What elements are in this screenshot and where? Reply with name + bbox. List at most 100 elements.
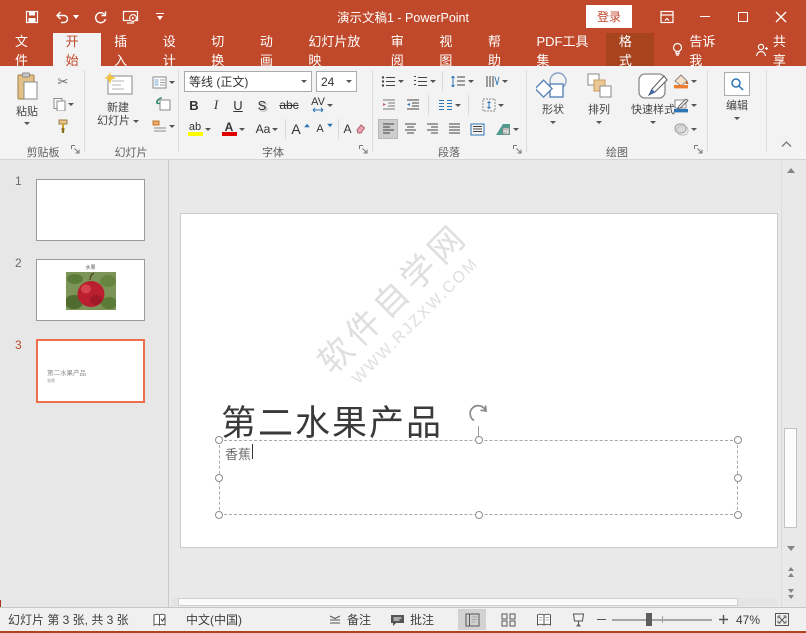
- handle-top-middle[interactable]: [475, 436, 483, 444]
- columns-button[interactable]: [434, 95, 464, 115]
- slide-2-thumbnail[interactable]: 水果: [36, 259, 145, 321]
- scroll-up-button[interactable]: [783, 162, 799, 178]
- slideshow-view-button[interactable]: [564, 609, 592, 630]
- comments-button[interactable]: 批注: [390, 608, 434, 631]
- minimize-button[interactable]: [688, 3, 722, 31]
- paste-button[interactable]: 粘贴: [8, 69, 46, 145]
- numbering-button[interactable]: [410, 71, 438, 91]
- editing-button[interactable]: 编辑: [714, 69, 760, 145]
- paragraph-dialog-launcher[interactable]: [512, 144, 523, 155]
- convert-to-smartart-button[interactable]: [492, 119, 522, 139]
- layout-button[interactable]: [148, 72, 178, 92]
- increase-indent-button[interactable]: [402, 95, 424, 115]
- handle-bottom-left[interactable]: [215, 511, 223, 519]
- maximize-button[interactable]: [726, 3, 760, 31]
- shape-outline-button[interactable]: [668, 95, 702, 115]
- highlight-color-button[interactable]: ab: [184, 119, 214, 139]
- justify-button[interactable]: [444, 119, 464, 139]
- tab-review[interactable]: 审阅: [378, 33, 427, 66]
- horizontal-scrollbar[interactable]: [172, 598, 778, 606]
- sign-in-button[interactable]: 登录: [586, 5, 632, 28]
- zoom-slider-thumb[interactable]: [646, 613, 652, 626]
- undo-button[interactable]: [50, 5, 82, 29]
- fit-slide-to-window-button[interactable]: [774, 608, 790, 631]
- tab-format[interactable]: 格式: [606, 33, 655, 66]
- tab-share[interactable]: 共享: [742, 33, 806, 66]
- tab-pdf-tools[interactable]: PDF工具集: [523, 33, 605, 66]
- reading-view-button[interactable]: [530, 609, 558, 630]
- align-left-button[interactable]: [378, 119, 398, 139]
- align-right-button[interactable]: [422, 119, 442, 139]
- handle-middle-left[interactable]: [215, 474, 223, 482]
- vertical-scrollbar[interactable]: [781, 160, 799, 607]
- text-shadow-button[interactable]: S: [252, 95, 272, 115]
- change-case-button[interactable]: Aa: [252, 119, 282, 139]
- font-dialog-launcher[interactable]: [358, 144, 369, 155]
- slide-canvas[interactable]: 软件自学网 WWW.RJZXW.COM 第二水果产品 香蕉: [180, 213, 778, 548]
- shrink-font-button[interactable]: A: [314, 119, 336, 139]
- slide-3-thumbnail[interactable]: 第二水果产品 香蕉: [36, 339, 145, 403]
- handle-top-left[interactable]: [215, 436, 223, 444]
- tab-home[interactable]: 开始: [53, 33, 102, 66]
- handle-top-right[interactable]: [734, 436, 742, 444]
- italic-button[interactable]: I: [206, 95, 226, 115]
- tab-transitions[interactable]: 切换: [198, 33, 247, 66]
- shape-fill-button[interactable]: [668, 71, 702, 91]
- clear-formatting-button[interactable]: A: [342, 119, 366, 139]
- handle-bottom-middle[interactable]: [475, 511, 483, 519]
- arrange-button[interactable]: 排列: [577, 69, 621, 145]
- tab-insert[interactable]: 插入: [101, 33, 150, 66]
- distribute-text-button[interactable]: [466, 119, 488, 139]
- rotate-handle[interactable]: [467, 402, 491, 426]
- font-size-combobox[interactable]: 24: [316, 71, 357, 92]
- normal-view-button[interactable]: [458, 609, 486, 630]
- customize-qat-button[interactable]: [148, 5, 172, 29]
- bullets-button[interactable]: [378, 71, 406, 91]
- zoom-out-button[interactable]: [597, 608, 606, 631]
- scroll-down-button[interactable]: [783, 540, 799, 556]
- align-text-button[interactable]: [478, 95, 508, 115]
- line-spacing-button[interactable]: [447, 71, 477, 91]
- start-slideshow-button[interactable]: [118, 5, 142, 29]
- font-name-combobox[interactable]: 等线 (正文): [184, 71, 312, 92]
- cut-button[interactable]: ✂: [48, 72, 78, 92]
- notes-button[interactable]: 备注: [328, 608, 371, 631]
- content-textbox[interactable]: 香蕉: [219, 440, 738, 515]
- align-center-button[interactable]: [400, 119, 420, 139]
- shapes-button[interactable]: 形状: [531, 69, 575, 145]
- slide-1-thumbnail[interactable]: [36, 179, 145, 241]
- drawing-dialog-launcher[interactable]: [693, 144, 704, 155]
- collapse-ribbon-button[interactable]: [776, 136, 796, 152]
- textbox-text[interactable]: 香蕉: [225, 444, 251, 463]
- decrease-indent-button[interactable]: [378, 95, 400, 115]
- save-button[interactable]: [20, 5, 44, 29]
- underline-button[interactable]: U: [228, 95, 248, 115]
- font-color-button[interactable]: A: [218, 119, 248, 139]
- reset-button[interactable]: [148, 94, 178, 114]
- slide-sorter-view-button[interactable]: [494, 609, 522, 630]
- grow-font-button[interactable]: A: [290, 119, 312, 139]
- undo-dropdown-caret[interactable]: [73, 15, 79, 19]
- previous-slide-button[interactable]: [783, 564, 799, 580]
- close-button[interactable]: [764, 3, 798, 31]
- ribbon-display-options-button[interactable]: [650, 3, 684, 31]
- handle-middle-right[interactable]: [734, 474, 742, 482]
- section-button[interactable]: [148, 116, 178, 136]
- format-painter-button[interactable]: [48, 116, 78, 136]
- strikethrough-button[interactable]: abc: [276, 95, 302, 115]
- horizontal-scrollbar-thumb[interactable]: [178, 598, 738, 606]
- text-direction-button[interactable]: [481, 71, 511, 91]
- handle-bottom-right[interactable]: [734, 511, 742, 519]
- next-slide-button[interactable]: [783, 586, 799, 602]
- tab-help[interactable]: 帮助: [475, 33, 524, 66]
- tab-tell-me[interactable]: 告诉我: [658, 33, 733, 66]
- clipboard-dialog-launcher[interactable]: [70, 144, 81, 155]
- tab-view[interactable]: 视图: [426, 33, 475, 66]
- zoom-level[interactable]: 47%: [736, 608, 760, 631]
- language-button[interactable]: 中文(中国): [186, 608, 242, 631]
- slide-title-text[interactable]: 第二水果产品: [221, 395, 443, 446]
- vertical-scrollbar-thumb[interactable]: [784, 428, 797, 528]
- redo-button[interactable]: [88, 5, 112, 29]
- new-slide-button[interactable]: 新建 幻灯片: [90, 69, 146, 145]
- shape-effects-button[interactable]: [668, 119, 702, 139]
